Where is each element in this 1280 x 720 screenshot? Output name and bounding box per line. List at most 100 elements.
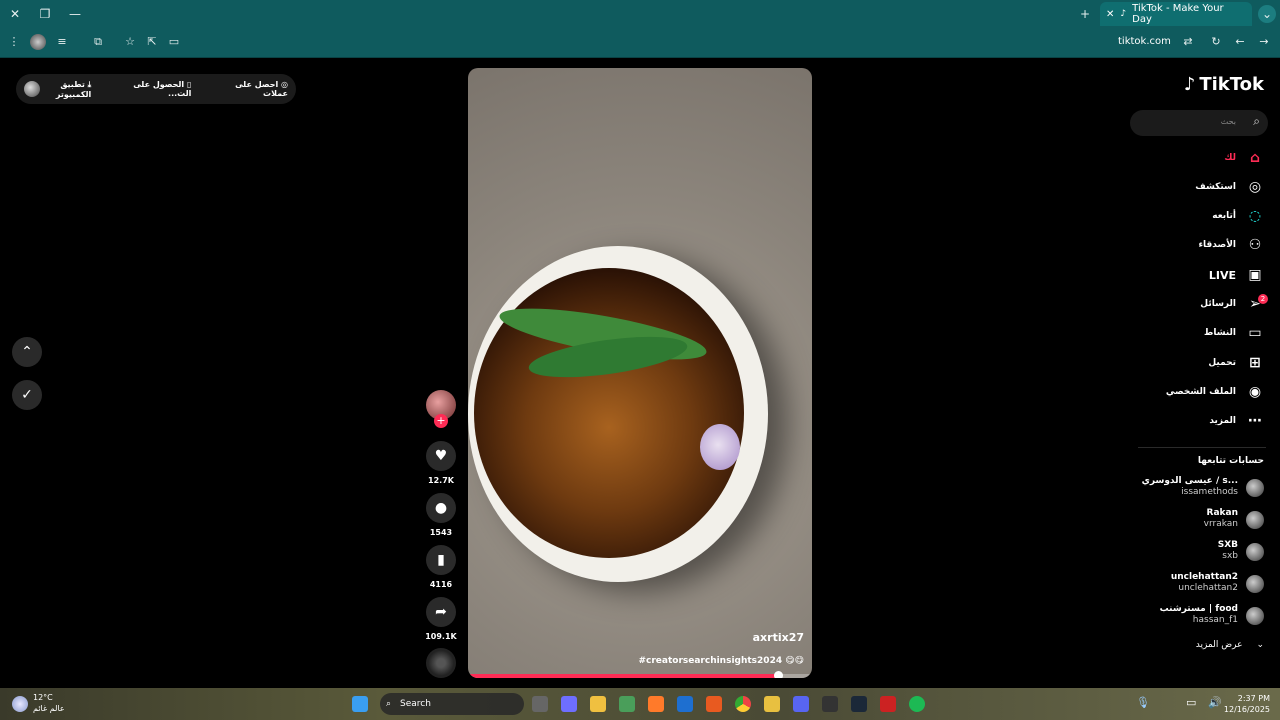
discord-icon[interactable] xyxy=(793,696,809,712)
close-window-icon[interactable]: ✕ xyxy=(6,5,24,23)
profile-avatar-icon[interactable] xyxy=(30,34,46,50)
next-video-button[interactable]: ✓ xyxy=(12,380,42,410)
search-input[interactable]: بحث ⌕ xyxy=(1130,110,1268,136)
bookmark-icon: ▮ xyxy=(437,552,445,568)
nav-label: النشاط xyxy=(1203,328,1236,338)
avatar xyxy=(1246,511,1264,529)
messages-badge: 2 xyxy=(1258,294,1268,304)
close-tab-icon[interactable]: ✕ xyxy=(1106,9,1114,20)
back-icon[interactable]: ← xyxy=(1232,34,1248,50)
nav-upload[interactable]: تحميل ⊞ xyxy=(1124,352,1264,374)
chrome-icon[interactable] xyxy=(735,696,751,712)
nav-live[interactable]: LIVE ▣ xyxy=(1124,264,1264,286)
account-handle: sxb xyxy=(1222,551,1238,561)
follow-button[interactable]: + xyxy=(434,414,448,428)
followed-account[interactable]: SXB sxb xyxy=(1114,538,1264,566)
app-icon[interactable] xyxy=(822,696,838,712)
account-handle: unclehattan2 xyxy=(1178,583,1238,593)
followed-account[interactable]: عيسى الدوسري / s... issamethods xyxy=(1114,474,1264,502)
minimize-window-icon[interactable]: — xyxy=(66,5,84,23)
get-coins-button[interactable]: ◎ احصل على عملات xyxy=(209,80,288,98)
download-icon: ⤓ xyxy=(87,79,92,89)
file-explorer-icon[interactable] xyxy=(590,696,606,712)
address-bar-url[interactable]: tiktok.com xyxy=(1118,36,1171,47)
previous-video-button[interactable]: ⌃ xyxy=(12,337,42,367)
sidebar-divider xyxy=(1138,447,1266,448)
new-tab-icon[interactable]: + xyxy=(1076,5,1094,23)
account-name: unclehattan2 xyxy=(1170,572,1238,582)
store-icon[interactable] xyxy=(619,696,635,712)
outlook-icon[interactable] xyxy=(677,696,693,712)
nav-for-you[interactable]: لك ⌂ xyxy=(1124,147,1264,169)
nav-activity[interactable]: النشاط ▭ xyxy=(1124,322,1264,344)
share-button[interactable]: ➦ xyxy=(426,597,456,627)
nav-profile[interactable]: الملف الشخصي ◉ xyxy=(1124,381,1264,403)
app-icon[interactable] xyxy=(880,696,896,712)
menu-icon[interactable]: ⋮ xyxy=(6,34,22,50)
nav-label: الرسائل xyxy=(1200,299,1236,309)
comment-count: 1543 xyxy=(429,528,453,537)
comment-button[interactable]: ● xyxy=(426,493,456,523)
nav-more[interactable]: المزيد ⋯ xyxy=(1124,410,1264,432)
volume-icon[interactable]: 🔊 xyxy=(1208,696,1224,712)
followed-account[interactable]: unclehattan2 unclehattan2 xyxy=(1114,570,1264,598)
tiktok-logo[interactable]: ♪ TikTok xyxy=(1184,74,1264,95)
phone-icon: ▯ xyxy=(186,80,192,89)
account-name: SXB xyxy=(1217,540,1238,550)
weather-icon[interactable] xyxy=(12,696,28,712)
reload-icon[interactable]: ↻ xyxy=(1208,34,1224,50)
media-icon[interactable]: ≡ xyxy=(54,34,70,50)
comment-icon: ● xyxy=(434,500,448,516)
account-name: عيسى الدوسري / s... xyxy=(1141,476,1238,486)
save-button[interactable]: ▮ xyxy=(426,545,456,575)
video-progress-knob[interactable] xyxy=(773,671,783,678)
forward-icon[interactable]: → xyxy=(1256,34,1272,50)
following-icon: ◌ xyxy=(1248,208,1262,224)
nav-following[interactable]: أتابعه ◌ xyxy=(1124,205,1264,227)
tiktok-note-icon: ♪ xyxy=(1183,74,1196,95)
followed-account[interactable]: مسترشنب | food hassan_f1 xyxy=(1114,602,1264,630)
user-avatar[interactable] xyxy=(24,81,40,97)
site-settings-icon[interactable]: ⇄ xyxy=(1180,34,1196,50)
nav-label: أتابعه xyxy=(1212,211,1236,221)
spotify-icon[interactable] xyxy=(909,696,925,712)
task-view-icon[interactable] xyxy=(532,696,548,712)
windows-start-icon[interactable] xyxy=(352,696,368,712)
notes-icon[interactable] xyxy=(764,696,780,712)
browser-toolbar: ⋮ ≡ ⧉ ☆ ⇱ ▭ tiktok.com ⇄ ↻ ← → xyxy=(0,28,1280,58)
bookmark-star-icon[interactable]: ☆ xyxy=(122,34,138,50)
nav-messages[interactable]: الرسائل ➢ xyxy=(1124,293,1264,315)
app-icon[interactable] xyxy=(706,696,722,712)
compass-icon: ◎ xyxy=(1248,179,1262,195)
see-more-button[interactable]: عرض المزيد ⌄ xyxy=(1114,640,1264,650)
like-button[interactable]: ♥ xyxy=(426,441,456,471)
video-progress-bar[interactable] xyxy=(468,671,812,678)
video-player[interactable]: axrtix27 #creatorsearchinsights2024 😋😋 xyxy=(468,68,812,678)
cast-icon[interactable]: ▭ xyxy=(166,34,182,50)
following-accounts-title: حسابات تتابعها xyxy=(1197,456,1264,466)
clock-date: 12/16/2025 xyxy=(1223,705,1270,714)
firefox-icon[interactable] xyxy=(648,696,664,712)
restore-window-icon[interactable]: ❐ xyxy=(36,5,54,23)
taskbar-search[interactable]: ⌕ Search xyxy=(380,693,524,715)
nav-label: استكشف xyxy=(1195,182,1236,192)
music-disc[interactable] xyxy=(426,648,456,678)
followed-account[interactable]: Rakan vrrakan xyxy=(1114,506,1264,534)
promo-bar: ◎ احصل على عملات ▯ الحصول على الت... ⤓ ت… xyxy=(16,74,296,104)
microphone-icon[interactable]: 🎙 xyxy=(1136,696,1152,712)
search-icon[interactable]: ⌕ xyxy=(1253,114,1260,129)
copilot-icon[interactable] xyxy=(561,696,577,712)
video-caption[interactable]: #creatorsearchinsights2024 😋😋 xyxy=(638,656,804,666)
network-icon[interactable]: ▭ xyxy=(1186,696,1202,712)
video-username[interactable]: axrtix27 xyxy=(753,631,804,644)
search-placeholder: بحث xyxy=(1220,117,1236,126)
steam-icon[interactable] xyxy=(851,696,867,712)
nav-explore[interactable]: استكشف ◎ xyxy=(1124,176,1264,198)
browser-tab[interactable]: ✕ ♪ TikTok - Make Your Day xyxy=(1100,2,1252,26)
extensions-icon[interactable]: ⧉ xyxy=(90,34,106,50)
system-clock[interactable]: 2:37 PM 12/16/2025 xyxy=(1224,693,1270,715)
tab-search-icon[interactable]: ⌄ xyxy=(1258,5,1276,23)
share-icon[interactable]: ⇱ xyxy=(144,34,160,50)
get-app-button[interactable]: ▯ الحصول على الت... xyxy=(109,80,191,98)
nav-friends[interactable]: الأصدقاء ⚇ xyxy=(1124,234,1264,256)
